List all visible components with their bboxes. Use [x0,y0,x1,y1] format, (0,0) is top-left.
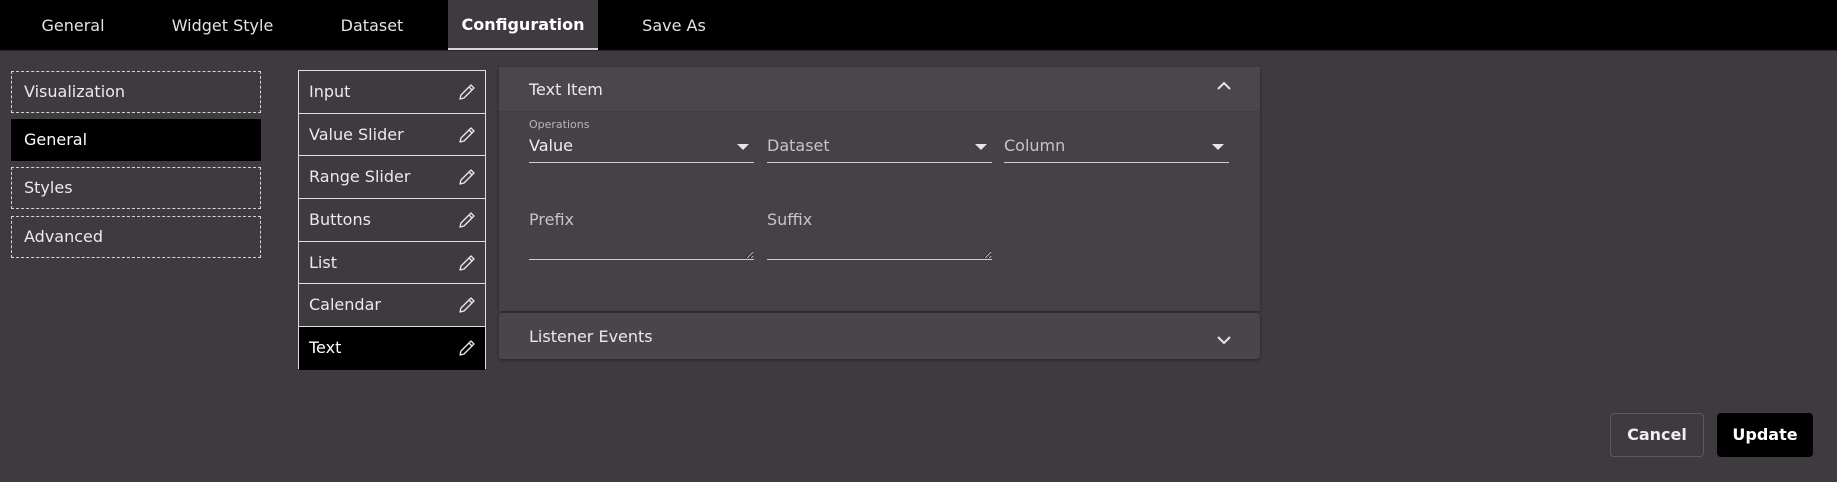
widget-item-label: Buttons [309,210,371,230]
widget-item-buttons[interactable]: Buttons [299,199,485,242]
widget-item-label: List [309,252,337,272]
widget-item-list[interactable]: List [299,242,485,285]
pencil-icon[interactable] [457,167,477,187]
pencil-icon[interactable] [457,295,477,315]
column-select[interactable]: Column [1004,132,1229,163]
widget-item-label: Value Slider [309,124,404,144]
prefix-field: Prefix [529,210,754,262]
cancel-button[interactable]: Cancel [1610,413,1704,457]
pencil-icon[interactable] [457,125,477,145]
suffix-field: Suffix [767,210,992,262]
pencil-icon[interactable] [457,338,477,358]
tab-configuration[interactable]: Configuration [448,0,598,50]
update-button[interactable]: Update [1717,413,1813,457]
prefix-label: Prefix [529,210,574,229]
dataset-select[interactable]: Dataset [767,132,992,163]
widget-list: Input Value Slider Range Slider Buttons … [298,70,486,370]
pencil-icon[interactable] [457,210,477,230]
caret-down-icon [975,144,987,150]
panel-title: Listener Events [529,327,653,346]
caret-down-icon [1212,144,1224,150]
text-item-panel-header[interactable]: Text Item [499,67,1260,112]
operations-value: Value [529,136,573,155]
suffix-label: Suffix [767,210,813,229]
text-item-panel-body: Operations Value Dataset Column Prefix S… [499,112,1260,311]
pencil-icon[interactable] [457,82,477,102]
chevron-up-icon[interactable] [1216,81,1232,91]
widget-item-label: Calendar [309,295,381,315]
listener-events-panel[interactable]: Listener Events [499,313,1260,359]
sidebar-item-general[interactable]: General [11,119,261,161]
widget-item-range-slider[interactable]: Range Slider [299,156,485,200]
tab-dataset[interactable]: Dataset [320,0,424,50]
sidebar-item-styles[interactable]: Styles [11,167,261,209]
caret-down-icon [737,144,749,150]
widget-item-label: Input [309,82,351,101]
pencil-icon[interactable] [457,253,477,273]
operations-label: Operations [529,118,590,131]
top-tab-bar: General Widget Style Dataset Configurati… [0,0,1837,51]
column-placeholder: Column [1004,136,1066,155]
tab-widget-style[interactable]: Widget Style [160,0,285,50]
text-item-panel: Text Item Operations Value Dataset Colum… [499,67,1260,311]
tab-save-as[interactable]: Save As [624,0,724,50]
widget-item-value-slider[interactable]: Value Slider [299,114,485,157]
widget-item-calendar[interactable]: Calendar [299,284,485,328]
operations-select[interactable]: Value [529,132,754,163]
dataset-placeholder: Dataset [767,136,830,155]
widget-item-label: Text [309,338,342,358]
widget-item-label: Range Slider [309,167,411,187]
tab-general[interactable]: General [20,0,126,50]
panel-title: Text Item [529,80,603,99]
widget-item-input[interactable]: Input [299,71,485,114]
suffix-input[interactable] [767,234,992,260]
chevron-down-icon[interactable] [1216,335,1232,345]
widget-item-text[interactable]: Text [299,327,485,370]
prefix-input[interactable] [529,234,754,260]
sidebar-item-advanced[interactable]: Advanced [11,216,261,258]
sidebar-item-visualization[interactable]: Visualization [11,71,261,113]
